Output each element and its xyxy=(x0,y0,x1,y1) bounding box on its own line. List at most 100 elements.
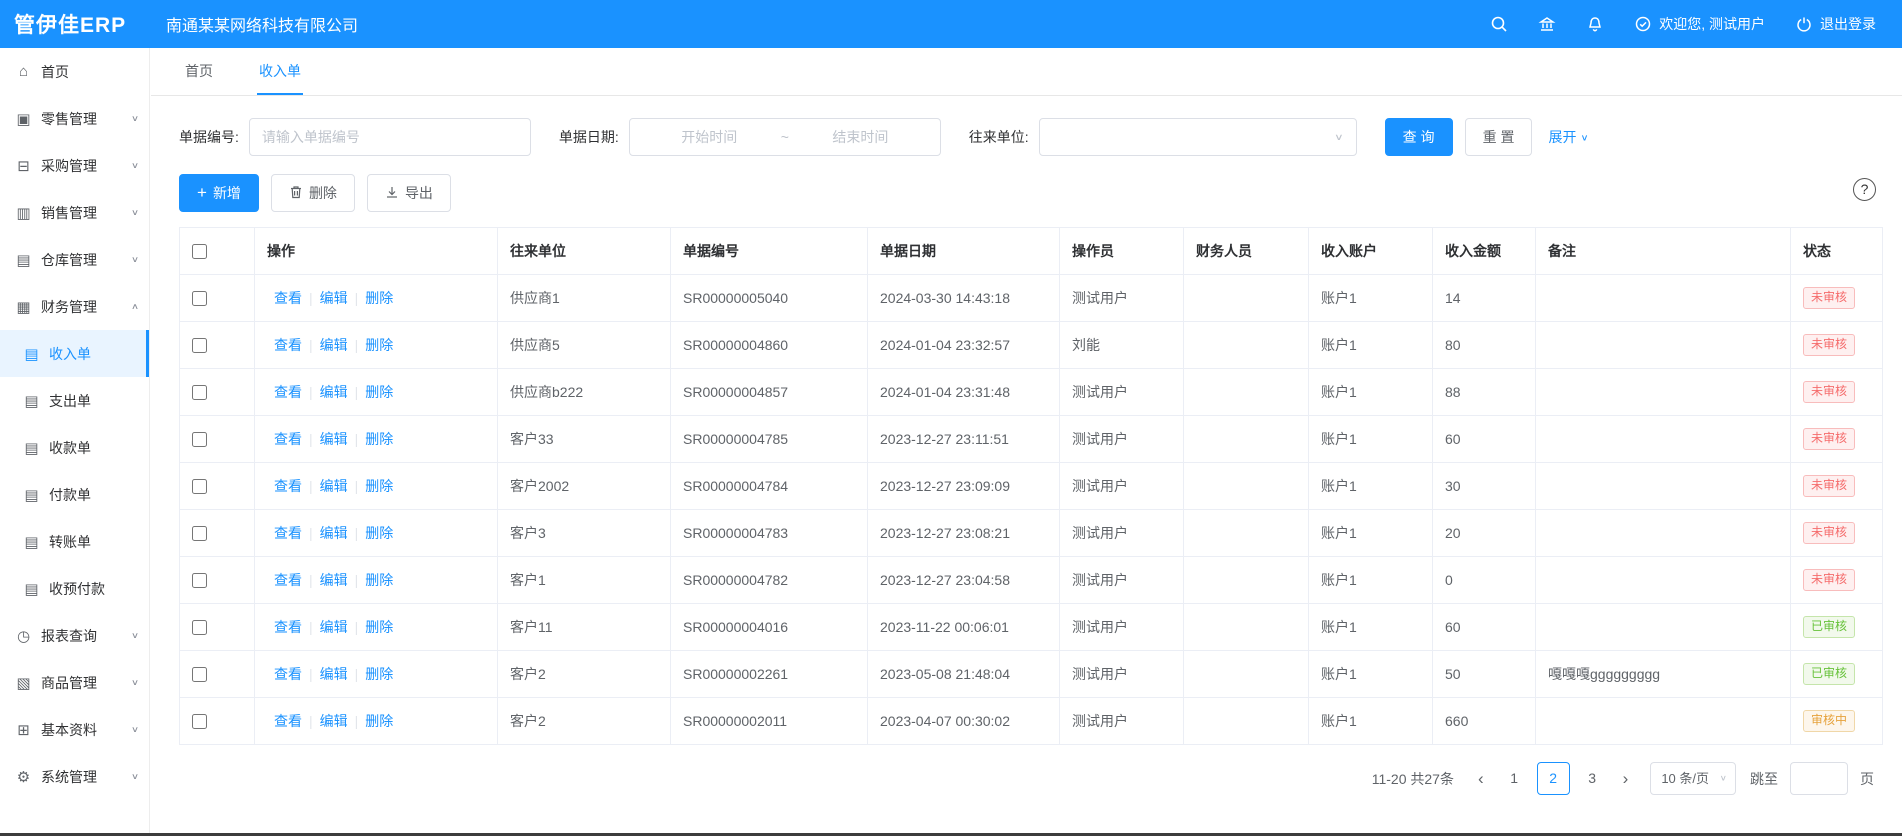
sidebar-item-home[interactable]: ⌂首页 xyxy=(0,48,149,95)
cell-remark xyxy=(1536,416,1791,463)
column-header-income-amount: 收入金额 xyxy=(1433,228,1536,275)
delete-link[interactable]: 删除 xyxy=(365,713,393,729)
select-all-checkbox[interactable] xyxy=(192,244,207,259)
edit-link[interactable]: 编辑 xyxy=(320,619,348,635)
tab-home[interactable]: 首页 xyxy=(183,48,215,95)
row-checkbox[interactable] xyxy=(192,526,207,541)
sidebar-subitem-income-bill[interactable]: ▤收入单 xyxy=(0,330,149,377)
cell-account: 账户1 xyxy=(1309,416,1433,463)
jump-to-input[interactable] xyxy=(1790,762,1848,795)
view-link[interactable]: 查看 xyxy=(274,619,302,635)
row-checkbox[interactable] xyxy=(192,385,207,400)
view-link[interactable]: 查看 xyxy=(274,525,302,541)
logout-button[interactable]: 退出登录 xyxy=(1795,14,1876,34)
cell-account: 账户1 xyxy=(1309,651,1433,698)
delete-link[interactable]: 删除 xyxy=(365,337,393,353)
tab-income-bill[interactable]: 收入单 xyxy=(257,48,303,95)
row-checkbox[interactable] xyxy=(192,338,207,353)
row-checkbox[interactable] xyxy=(192,620,207,635)
table-header-row: 操作往来单位单据编号单据日期操作员财务人员收入账户收入金额备注状态 xyxy=(180,228,1883,275)
cell-operator: 测试用户 xyxy=(1060,557,1184,604)
sidebar-item-product[interactable]: ▧商品管理∨ xyxy=(0,659,149,706)
prev-page-button[interactable]: ‹ xyxy=(1470,769,1492,789)
help-icon[interactable]: ? xyxy=(1853,178,1876,201)
bill-no-input[interactable] xyxy=(249,118,531,156)
check-circle-icon xyxy=(1634,15,1652,33)
delete-link[interactable]: 删除 xyxy=(365,572,393,588)
next-page-button[interactable]: › xyxy=(1615,769,1637,789)
sidebar-item-label: 仓库管理 xyxy=(41,250,97,270)
date-end-input[interactable] xyxy=(789,129,932,145)
date-range-picker[interactable]: ~ xyxy=(629,118,941,156)
sidebar-item-system[interactable]: ⚙系统管理∨ xyxy=(0,753,149,800)
delete-link[interactable]: 删除 xyxy=(365,619,393,635)
view-link[interactable]: 查看 xyxy=(274,713,302,729)
expand-link[interactable]: 展开 ∨ xyxy=(1548,127,1588,147)
cell-operator: 测试用户 xyxy=(1060,698,1184,745)
reset-button[interactable]: 重 置 xyxy=(1465,118,1533,156)
cell-date: 2023-12-27 23:04:58 xyxy=(868,557,1060,604)
delete-link[interactable]: 删除 xyxy=(365,290,393,306)
view-link[interactable]: 查看 xyxy=(274,666,302,682)
sidebar-item-purchase[interactable]: ⊟采购管理∨ xyxy=(0,142,149,189)
row-checkbox[interactable] xyxy=(192,291,207,306)
sidebar-item-report[interactable]: ◷报表查询∨ xyxy=(0,612,149,659)
edit-link[interactable]: 编辑 xyxy=(320,431,348,447)
sidebar-item-warehouse[interactable]: ▤仓库管理∨ xyxy=(0,236,149,283)
sidebar-subitem-advance-receipt[interactable]: ▤收预付款 xyxy=(0,565,149,612)
view-link[interactable]: 查看 xyxy=(274,572,302,588)
export-button[interactable]: 导出 xyxy=(367,174,451,212)
sidebar-subitem-receipt-bill[interactable]: ▤收款单 xyxy=(0,424,149,471)
row-checkbox[interactable] xyxy=(192,667,207,682)
delete-link[interactable]: 删除 xyxy=(365,478,393,494)
row-checkbox-cell xyxy=(180,698,255,745)
edit-link[interactable]: 编辑 xyxy=(320,337,348,353)
add-button[interactable]: + 新增 xyxy=(179,174,259,212)
delete-link[interactable]: 删除 xyxy=(365,431,393,447)
search-icon[interactable] xyxy=(1490,15,1508,33)
search-button[interactable]: 查 询 xyxy=(1385,118,1453,156)
edit-link[interactable]: 编辑 xyxy=(320,384,348,400)
action-separator: | xyxy=(309,478,313,494)
row-checkbox[interactable] xyxy=(192,573,207,588)
delete-button[interactable]: 删除 xyxy=(271,174,355,212)
page-size-select[interactable]: 10 条/页∨ xyxy=(1650,762,1736,795)
delete-link[interactable]: 删除 xyxy=(365,384,393,400)
sidebar-item-sales[interactable]: ▥销售管理∨ xyxy=(0,189,149,236)
page-button-3[interactable]: 3 xyxy=(1576,762,1609,795)
delete-link[interactable]: 删除 xyxy=(365,525,393,541)
edit-link[interactable]: 编辑 xyxy=(320,713,348,729)
bell-icon[interactable] xyxy=(1586,15,1604,33)
edit-link[interactable]: 编辑 xyxy=(320,666,348,682)
edit-link[interactable]: 编辑 xyxy=(320,572,348,588)
sidebar-item-basic[interactable]: ⊞基本资料∨ xyxy=(0,706,149,753)
page-button-2[interactable]: 2 xyxy=(1537,762,1570,795)
cell-unit: 客户2 xyxy=(498,698,671,745)
view-link[interactable]: 查看 xyxy=(274,431,302,447)
page-button-1[interactable]: 1 xyxy=(1498,762,1531,795)
edit-link[interactable]: 编辑 xyxy=(320,290,348,306)
chevron-down-icon: ∨ xyxy=(131,631,139,641)
sidebar-subitem-payment-bill[interactable]: ▤付款单 xyxy=(0,471,149,518)
view-link[interactable]: 查看 xyxy=(274,384,302,400)
edit-link[interactable]: 编辑 xyxy=(320,478,348,494)
cell-operator: 测试用户 xyxy=(1060,604,1184,651)
cell-bill-no: SR00000005040 xyxy=(671,275,868,322)
bank-icon[interactable] xyxy=(1538,15,1556,33)
sidebar-item-retail[interactable]: ▣零售管理∨ xyxy=(0,95,149,142)
view-link[interactable]: 查看 xyxy=(274,478,302,494)
row-checkbox[interactable] xyxy=(192,714,207,729)
unit-select[interactable]: ∨ xyxy=(1039,118,1357,156)
sidebar-subitem-expense-bill[interactable]: ▤支出单 xyxy=(0,377,149,424)
welcome-user[interactable]: 欢迎您, 测试用户 xyxy=(1634,14,1765,34)
sidebar-subitem-transfer-bill[interactable]: ▤转账单 xyxy=(0,518,149,565)
row-checkbox[interactable] xyxy=(192,432,207,447)
row-checkbox[interactable] xyxy=(192,479,207,494)
view-link[interactable]: 查看 xyxy=(274,290,302,306)
date-start-input[interactable] xyxy=(638,129,781,145)
sidebar-item-finance[interactable]: ▦财务管理∧ xyxy=(0,283,149,330)
delete-link[interactable]: 删除 xyxy=(365,666,393,682)
view-link[interactable]: 查看 xyxy=(274,337,302,353)
edit-link[interactable]: 编辑 xyxy=(320,525,348,541)
cell-amount: 14 xyxy=(1433,275,1536,322)
